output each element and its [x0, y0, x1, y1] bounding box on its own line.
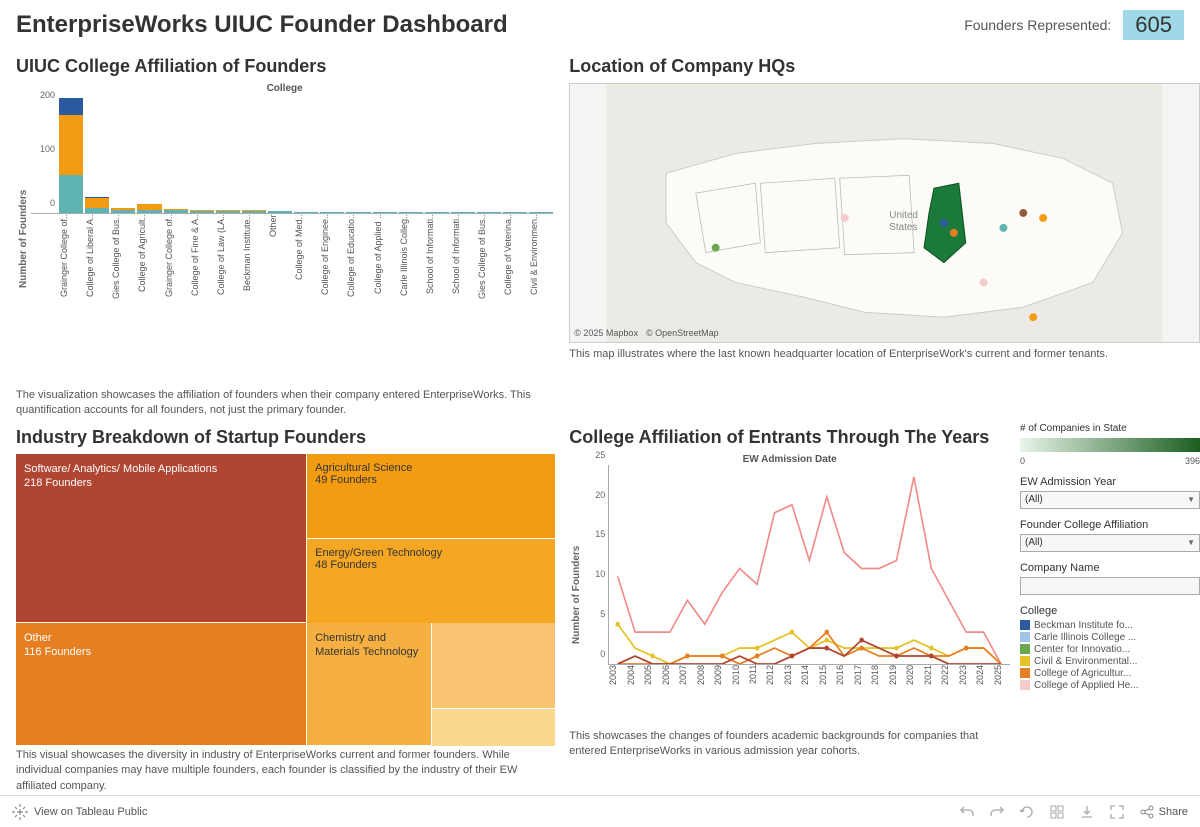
founders-label: Founders Represented:: [964, 17, 1111, 33]
download-icon[interactable]: [1079, 804, 1095, 820]
legend-title: # of Companies in State: [1020, 423, 1200, 434]
tree-title: Industry Breakdown of Startup Founders: [16, 427, 553, 448]
tree-cell-small-2[interactable]: [432, 709, 556, 746]
tree-cell-small-1[interactable]: [432, 623, 556, 708]
panel-line-and-controls: College Affiliation of Entrants Through …: [569, 419, 1200, 794]
legend-max: 396: [1185, 456, 1200, 466]
chevron-down-icon: ▼: [1187, 538, 1195, 547]
college-legend-item[interactable]: Civil & Environmental...: [1020, 656, 1200, 667]
tree-cell-ag[interactable]: Agricultural Science 49 Founders: [307, 454, 555, 538]
replay-icon[interactable]: [1019, 804, 1035, 820]
affil-label: Founder College Affiliation: [1020, 519, 1200, 531]
chevron-down-icon: ▼: [1187, 495, 1195, 504]
tree-cell-software[interactable]: Software/ Analytics/ Mobile Applications…: [16, 454, 306, 622]
tableau-icon: [12, 804, 28, 820]
founders-count: 605: [1123, 10, 1184, 40]
treemap[interactable]: Software/ Analytics/ Mobile Applications…: [16, 454, 553, 744]
panel-treemap: Industry Breakdown of Startup Founders S…: [16, 419, 553, 794]
college-legend-item[interactable]: Center for Innovatio...: [1020, 644, 1200, 655]
college-legend-label: College: [1020, 605, 1200, 617]
bar-caption: The visualization showcases the affiliat…: [16, 388, 553, 419]
bottom-toolbar: View on Tableau Public Share: [0, 795, 1200, 827]
tree-cell-chem[interactable]: Chemistry and Materials Technology: [307, 623, 431, 745]
bar-plot[interactable]: 0100200: [31, 94, 553, 214]
page-title: EnterpriseWorks UIUC Founder Dashboard: [16, 11, 508, 39]
fullscreen-icon[interactable]: [1109, 804, 1125, 820]
college-legend-item[interactable]: College of Applied He...: [1020, 680, 1200, 691]
founders-represented: Founders Represented: 605: [964, 10, 1184, 40]
line-y-label: Number of Founders: [569, 465, 584, 725]
line-axis-title: EW Admission Date: [569, 454, 1010, 465]
year-select[interactable]: (All) ▼: [1020, 491, 1200, 509]
college-legend-item[interactable]: Beckman Institute fo...: [1020, 620, 1200, 631]
company-input[interactable]: [1020, 577, 1200, 595]
bar-title: UIUC College Affiliation of Founders: [16, 56, 553, 77]
panel-bar-chart: UIUC College Affiliation of Founders Col…: [16, 48, 553, 419]
sidebar-controls: # of Companies in State 0 396 EW Admissi…: [1020, 419, 1200, 794]
share-icon: [1139, 804, 1155, 820]
affil-select[interactable]: (All) ▼: [1020, 534, 1200, 552]
legend-min: 0: [1020, 456, 1025, 466]
undo-icon[interactable]: [959, 804, 975, 820]
tree-caption: This visual showcases the diversity in i…: [16, 748, 553, 794]
bar-axis-title: College: [16, 83, 553, 94]
dashboard-icon[interactable]: [1049, 804, 1065, 820]
redo-icon[interactable]: [989, 804, 1005, 820]
map-attrib-mapbox[interactable]: © 2025 Mapbox: [574, 328, 638, 338]
company-label: Company Name: [1020, 562, 1200, 574]
share-button[interactable]: Share: [1139, 804, 1188, 820]
svg-text:States: States: [890, 222, 918, 233]
line-caption: This showcases the changes of founders a…: [569, 729, 1010, 760]
map-country-label: United: [890, 210, 919, 221]
college-legend-item[interactable]: College of Agricultur...: [1020, 668, 1200, 679]
map-title: Location of Company HQs: [569, 56, 1200, 77]
panel-map: Location of Company HQs: [569, 48, 1200, 419]
year-label: EW Admission Year: [1020, 476, 1200, 488]
map-canvas[interactable]: United States © 2025 Mapbox © OpenStreet…: [569, 83, 1200, 343]
view-on-tableau-link[interactable]: View on Tableau Public: [12, 804, 147, 820]
line-title: College Affiliation of Entrants Through …: [569, 427, 1010, 448]
line-plot[interactable]: 0510152025: [608, 465, 1010, 665]
tree-cell-other[interactable]: Other 116 Founders: [16, 623, 306, 745]
map-caption: This map illustrates where the last know…: [569, 347, 1200, 362]
college-legend-item[interactable]: Carle Illinois College ...: [1020, 632, 1200, 643]
legend-gradient: [1020, 438, 1200, 452]
bar-y-label: Number of Founders: [16, 94, 31, 384]
map-attrib-osm[interactable]: © OpenStreetMap: [646, 328, 719, 338]
tree-cell-energy[interactable]: Energy/Green Technology 48 Founders: [307, 539, 555, 623]
